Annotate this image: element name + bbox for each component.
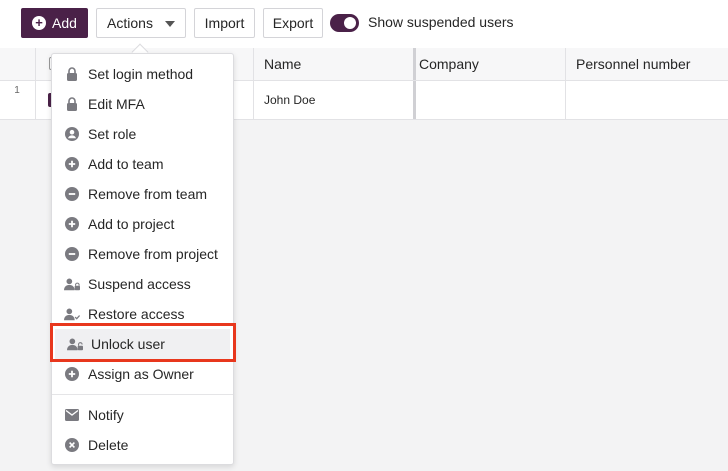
- menu-item-notify[interactable]: Notify: [52, 400, 235, 430]
- plus-circle-icon: [64, 216, 80, 232]
- menu-item-assign-as-owner[interactable]: Assign as Owner: [52, 359, 235, 389]
- menu-item-label: Add to project: [88, 216, 175, 232]
- actions-menu: Set login method Edit MFA Set role Add t…: [51, 53, 234, 465]
- envelope-icon: [64, 407, 80, 423]
- menu-item-label: Notify: [88, 407, 124, 423]
- company-header-label: Company: [419, 56, 479, 72]
- menu-item-label: Add to team: [88, 156, 164, 172]
- menu-item-remove-from-team[interactable]: Remove from team: [52, 179, 235, 209]
- plus-icon: +: [32, 16, 47, 30]
- show-suspended-toggle[interactable]: [330, 14, 359, 32]
- toolbar: + Add Actions Import Export Show suspend…: [0, 0, 728, 48]
- actions-button-label: Actions: [107, 15, 153, 31]
- menu-item-label: Suspend access: [88, 276, 191, 292]
- caret-down-icon: [164, 20, 175, 27]
- menu-item-unlock-user[interactable]: Unlock user: [55, 329, 230, 359]
- menu-item-delete[interactable]: Delete: [52, 430, 235, 460]
- export-button-label: Export: [272, 15, 314, 31]
- menu-item-label: Restore access: [88, 306, 185, 322]
- name-cell[interactable]: John Doe: [253, 81, 413, 119]
- user-check-icon: [64, 306, 80, 322]
- menu-item-label: Delete: [88, 437, 129, 453]
- menu-divider: [52, 394, 233, 395]
- menu-item-set-login-method[interactable]: Set login method: [52, 59, 235, 89]
- user-circle-icon: [64, 126, 80, 142]
- rownum-header: [0, 48, 35, 80]
- menu-item-restore-access[interactable]: Restore access: [52, 299, 235, 329]
- import-button[interactable]: Import: [194, 8, 255, 38]
- export-button[interactable]: Export: [263, 8, 323, 38]
- add-button[interactable]: + Add: [21, 8, 88, 38]
- show-suspended-label: Show suspended users: [368, 14, 514, 30]
- user-unlock-icon: [67, 336, 83, 352]
- row-number: 1: [14, 85, 20, 96]
- menu-item-set-role[interactable]: Set role: [52, 119, 235, 149]
- lock-icon: [64, 66, 80, 82]
- lock-icon: [64, 96, 80, 112]
- plus-circle-icon: [64, 156, 80, 172]
- company-cell[interactable]: [413, 81, 565, 119]
- menu-item-label: Set role: [88, 126, 137, 142]
- menu-item-add-to-team[interactable]: Add to team: [52, 149, 235, 179]
- toggle-knob: [344, 17, 356, 29]
- row-number-cell: 1: [0, 81, 35, 119]
- menu-item-label: Remove from project: [88, 246, 218, 262]
- menu-item-label: Assign as Owner: [88, 366, 194, 382]
- column-header-personnel-number[interactable]: Personnel number: [565, 48, 725, 80]
- column-header-company[interactable]: Company: [413, 48, 565, 80]
- plus-circle-icon: [64, 366, 80, 382]
- import-button-label: Import: [204, 15, 245, 31]
- menu-item-label: Unlock user: [91, 336, 165, 352]
- minus-circle-icon: [64, 246, 80, 262]
- minus-circle-icon: [64, 186, 80, 202]
- menu-item-label: Edit MFA: [88, 96, 145, 112]
- menu-item-label: Remove from team: [88, 186, 208, 202]
- add-button-label: Add: [52, 15, 77, 31]
- actions-button[interactable]: Actions: [96, 8, 186, 38]
- menu-item-suspend-access[interactable]: Suspend access: [52, 269, 235, 299]
- menu-item-label: Set login method: [88, 66, 194, 82]
- column-header-name[interactable]: Name: [253, 48, 413, 80]
- name-value: John Doe: [264, 93, 316, 107]
- personnel-number-cell[interactable]: [565, 81, 725, 119]
- menu-item-remove-from-project[interactable]: Remove from project: [52, 239, 235, 269]
- menu-item-edit-mfa[interactable]: Edit MFA: [52, 89, 235, 119]
- menu-item-add-to-project[interactable]: Add to project: [52, 209, 235, 239]
- user-lock-icon: [64, 276, 80, 292]
- x-circle-icon: [64, 437, 80, 453]
